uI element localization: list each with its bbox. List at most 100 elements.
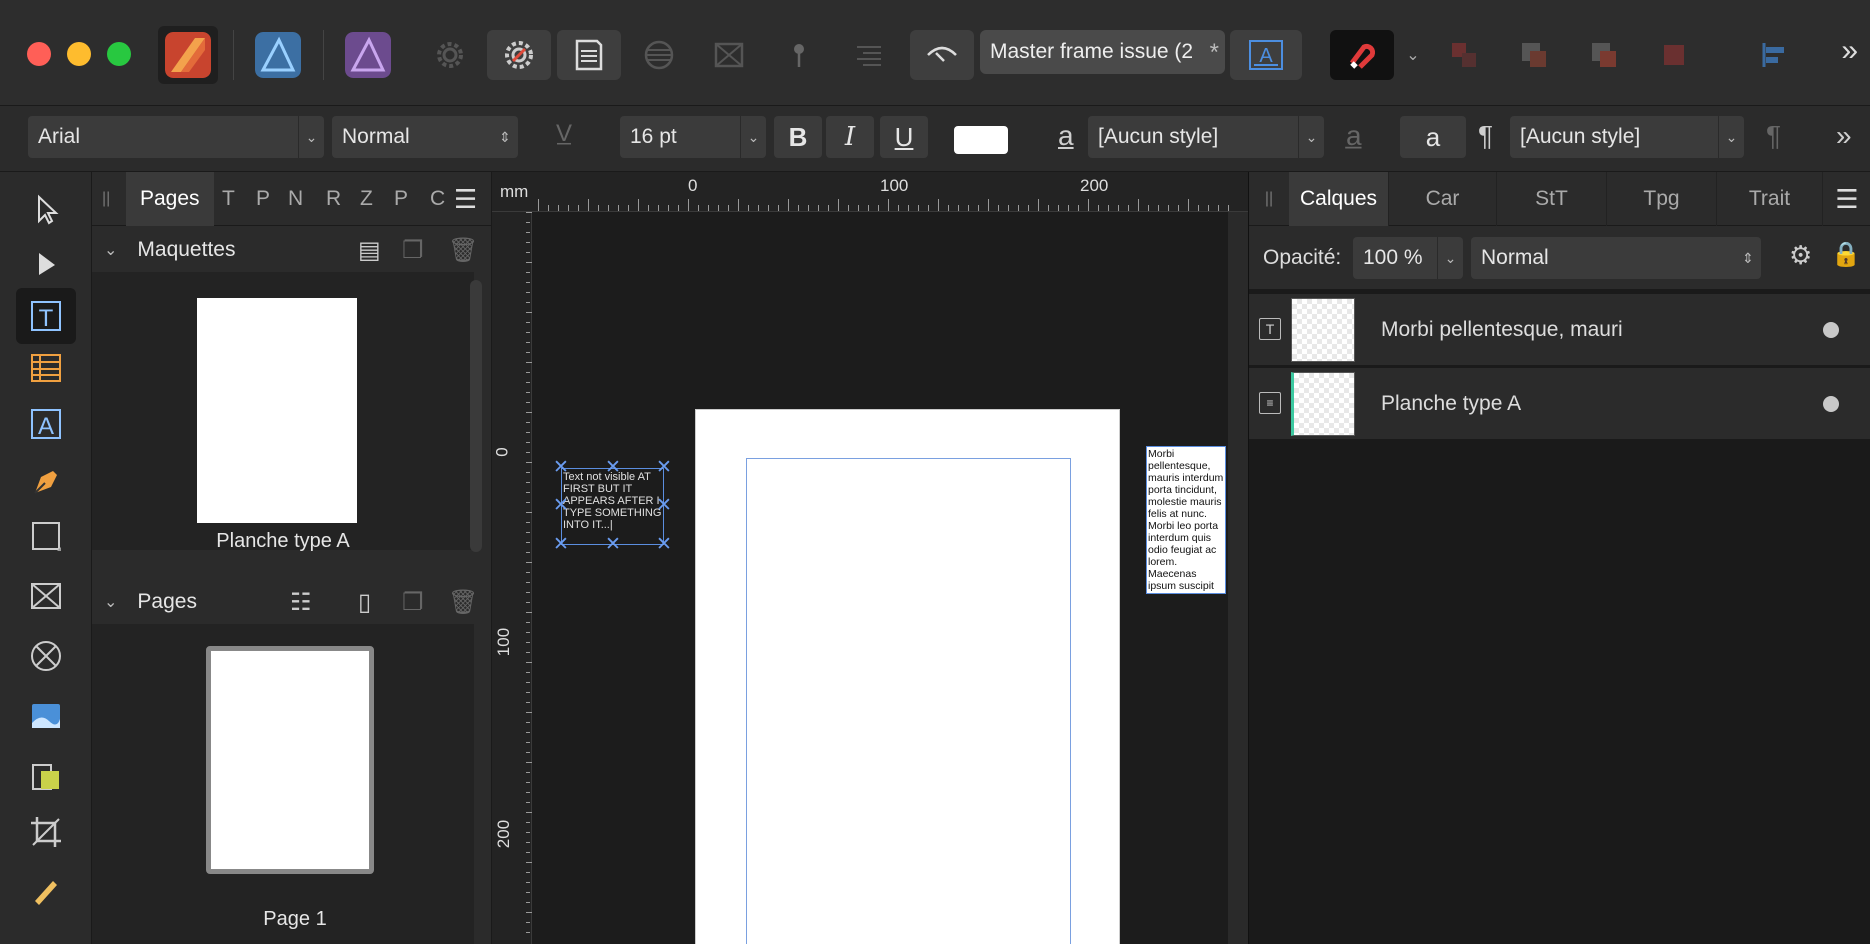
- node-tool[interactable]: [16, 236, 76, 292]
- move-backward-icon[interactable]: [1502, 30, 1566, 80]
- text-color-swatch[interactable]: [954, 126, 1008, 154]
- snapping-magnet-icon[interactable]: [1330, 30, 1394, 80]
- selection-handle-tc[interactable]: ✕: [604, 458, 622, 477]
- move-forward-icon[interactable]: [1572, 30, 1636, 80]
- canvas-vertical-scrollbar[interactable]: [1228, 212, 1248, 944]
- selection-handle-bl[interactable]: ✕: [552, 535, 570, 554]
- place-image-tool[interactable]: [16, 688, 76, 744]
- bold-button[interactable]: B: [774, 116, 822, 158]
- document-tab[interactable]: Master frame issue (2 *: [980, 30, 1225, 74]
- artistic-text-tool[interactable]: A: [16, 396, 76, 452]
- minimize-window-button[interactable]: [67, 42, 91, 66]
- move-front-icon[interactable]: [1642, 30, 1706, 80]
- selection-handle-br[interactable]: ✕: [655, 535, 673, 554]
- clear-para-style-icon[interactable]: ¶: [1766, 120, 1781, 152]
- panel-menu-icon[interactable]: ☰: [454, 172, 477, 226]
- rectangle-tool[interactable]: [16, 508, 76, 564]
- zoom-window-button[interactable]: [107, 42, 131, 66]
- character-style-field[interactable]: [Aucun style] ⌄: [1088, 116, 1324, 158]
- delete-page-icon[interactable]: 🗑: [448, 588, 478, 617]
- opacity-field[interactable]: 100 % ⌄: [1353, 237, 1463, 279]
- photo-persona-button[interactable]: [338, 26, 398, 84]
- document-canvas[interactable]: mm 0 100 200 0 100 200 Text not visible …: [492, 172, 1248, 944]
- selection-handle-ml[interactable]: ✕: [552, 496, 570, 515]
- panel-menu-icon[interactable]: ☰: [1823, 172, 1870, 226]
- italic-button[interactable]: I: [826, 116, 874, 158]
- text-flow-icon[interactable]: [837, 30, 901, 80]
- frame-text-tool[interactable]: T: [16, 288, 76, 344]
- tab-tpg[interactable]: Tpg: [1607, 172, 1717, 226]
- pencil-tool[interactable]: [16, 862, 76, 918]
- toolbar-overflow-button[interactable]: »: [1841, 34, 1858, 68]
- text-wrap-icon[interactable]: [557, 30, 621, 80]
- font-family-field[interactable]: Arial ⌄: [28, 116, 324, 158]
- layer-row[interactable]: ≡ Planche type A: [1249, 368, 1870, 440]
- layer-row[interactable]: T Morbi pellentesque, mauri: [1249, 294, 1870, 366]
- layer-settings-gear-icon[interactable]: ⚙: [1789, 240, 1812, 271]
- linked-text-frame[interactable]: Morbi pellentesque, mauris interdum port…: [1146, 446, 1226, 594]
- pages-section-header[interactable]: ⌄ Pages ☷ ▯ ❐ 🗑: [92, 580, 492, 624]
- page-sheet[interactable]: [695, 409, 1120, 944]
- master-thumbnail[interactable]: [197, 298, 357, 523]
- ellipse-frame-tool[interactable]: [16, 628, 76, 684]
- selection-handle-mr[interactable]: ✕: [655, 496, 673, 515]
- text-style-toggle-icon[interactable]: A: [1230, 30, 1302, 80]
- table-tool[interactable]: [16, 340, 76, 396]
- font-size-field[interactable]: 16 pt ⌄: [620, 116, 766, 158]
- preflight-gear-icon[interactable]: [487, 30, 551, 80]
- selection-handle-tl[interactable]: ✕: [552, 458, 570, 477]
- settings-gear-icon[interactable]: [418, 30, 482, 80]
- tab-stt[interactable]: StT: [1497, 172, 1607, 226]
- clear-char-style-icon[interactable]: a̲: [1346, 120, 1362, 152]
- tab-n[interactable]: N: [288, 172, 303, 226]
- underline-button[interactable]: U: [880, 116, 928, 158]
- picture-frame-tool[interactable]: [16, 568, 76, 624]
- selection-handle-tr[interactable]: ✕: [655, 458, 673, 477]
- designer-persona-button[interactable]: [248, 26, 308, 84]
- tab-z[interactable]: Z: [360, 172, 373, 226]
- tab-p[interactable]: P: [256, 172, 270, 226]
- duplicate-page-icon[interactable]: ❐: [402, 588, 424, 617]
- paragraph-style-field[interactable]: [Aucun style] ⌄: [1510, 116, 1744, 158]
- vector-crop-tool[interactable]: [16, 748, 76, 804]
- visibility-dot-icon[interactable]: [1823, 322, 1839, 338]
- add-page-icon[interactable]: ▯: [358, 588, 371, 617]
- assign-master-icon[interactable]: ☷: [290, 588, 312, 617]
- delete-master-icon[interactable]: 🗑: [448, 236, 478, 265]
- align-icon[interactable]: [1742, 30, 1806, 80]
- move-back-icon[interactable]: [1432, 30, 1496, 80]
- crop-tool[interactable]: [16, 804, 76, 860]
- frame-placeholder-icon[interactable]: [697, 30, 761, 80]
- vertical-ruler[interactable]: 0 100 200: [492, 212, 532, 944]
- blend-mode-field[interactable]: Normal ⇕: [1471, 237, 1761, 279]
- visibility-dot-icon[interactable]: [1823, 396, 1839, 412]
- masters-scrollbar[interactable]: [470, 280, 482, 552]
- tracking-icon[interactable]: V̲: [556, 120, 572, 148]
- selection-handle-bc[interactable]: ✕: [604, 535, 622, 554]
- font-style-field[interactable]: Normal ⇕: [332, 116, 518, 158]
- tab-calques[interactable]: Calques: [1289, 172, 1389, 226]
- context-overflow-button[interactable]: »: [1836, 120, 1852, 152]
- tab-r[interactable]: R: [326, 172, 341, 226]
- tab-car[interactable]: Car: [1389, 172, 1497, 226]
- tab-trait[interactable]: Trait: [1717, 172, 1823, 226]
- panel-grip-icon[interactable]: ||: [102, 172, 110, 226]
- horizontal-ruler[interactable]: mm 0 100 200: [492, 172, 1248, 212]
- tab-pages[interactable]: Pages: [126, 172, 214, 226]
- baseline-grid-icon[interactable]: [627, 30, 691, 80]
- duplicate-master-icon[interactable]: ❐: [402, 236, 424, 265]
- tab-t[interactable]: T: [222, 172, 235, 226]
- publisher-persona-button[interactable]: [158, 26, 218, 84]
- pen-tool[interactable]: [16, 454, 76, 510]
- close-window-button[interactable]: [27, 42, 51, 66]
- page-thumbnail[interactable]: [206, 646, 374, 874]
- tab-p2[interactable]: P: [394, 172, 408, 226]
- tab-c[interactable]: C: [430, 172, 445, 226]
- preview-mode-icon[interactable]: [910, 30, 974, 80]
- lock-icon[interactable]: 🔒: [1831, 240, 1861, 269]
- panel-grip-icon[interactable]: ||: [1249, 172, 1289, 226]
- snapping-dropdown-icon[interactable]: ⌄: [1398, 30, 1428, 80]
- move-tool[interactable]: [16, 182, 76, 238]
- pin-icon[interactable]: [767, 30, 831, 80]
- masters-section-header[interactable]: ⌄ Maquettes ▤ ❐ 🗑: [92, 228, 492, 272]
